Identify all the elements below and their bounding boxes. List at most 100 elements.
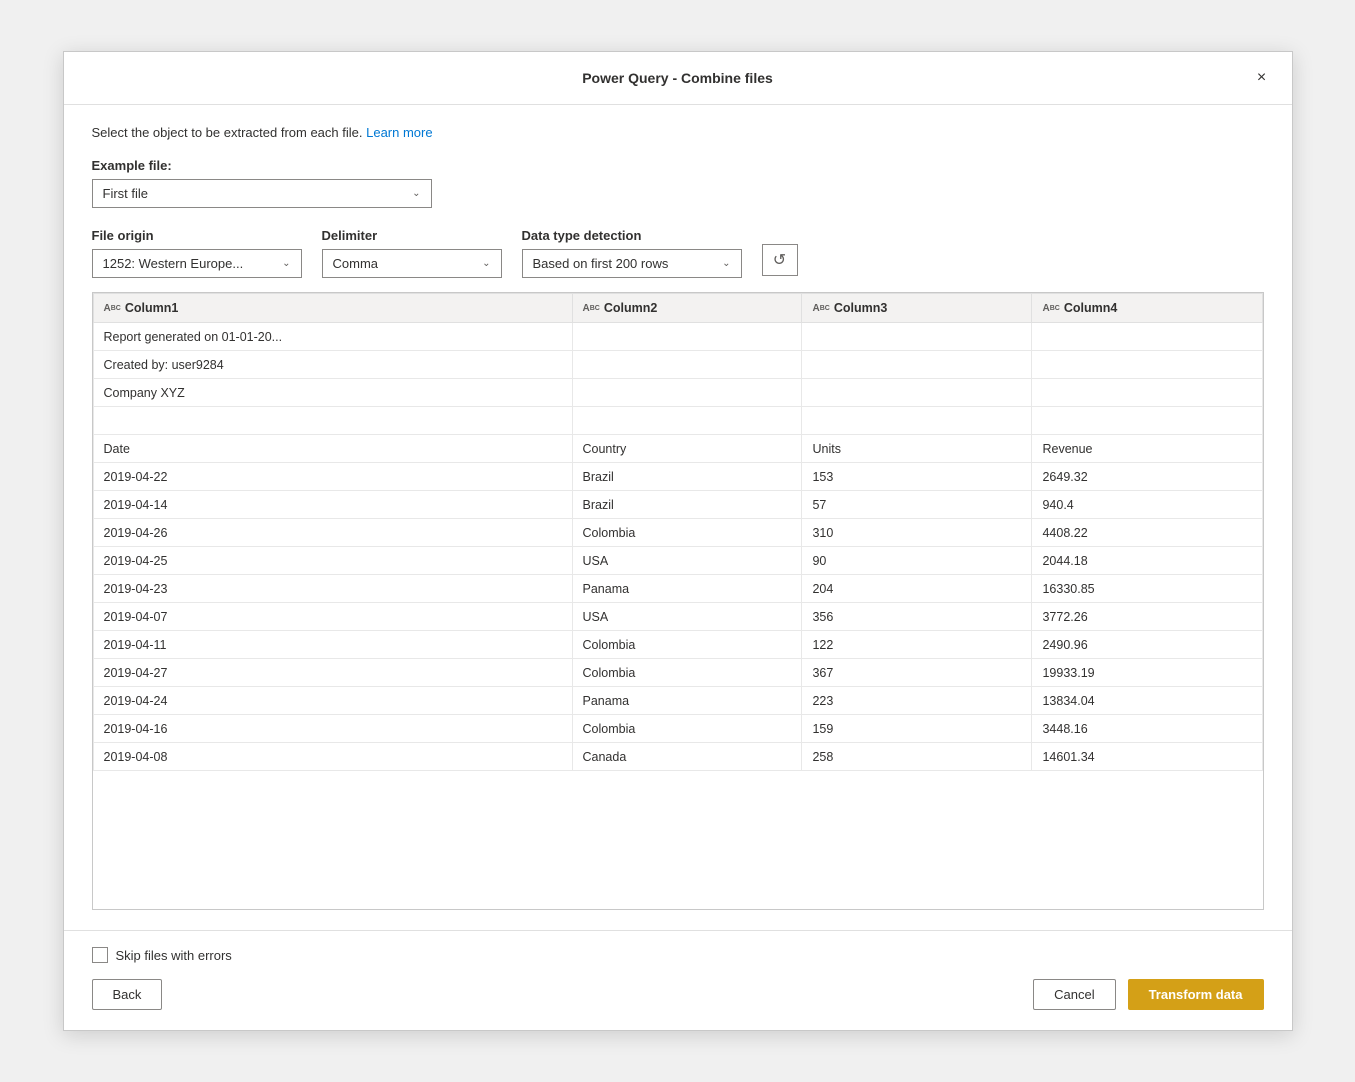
table-cell: Colombia [572, 715, 802, 743]
skip-errors-checkbox[interactable] [92, 947, 108, 963]
skip-errors-label: Skip files with errors [116, 948, 232, 963]
table-cell: 2019-04-16 [93, 715, 572, 743]
table-cell [802, 351, 1032, 379]
table-cell: 2490.96 [1032, 631, 1262, 659]
back-button[interactable]: Back [92, 979, 163, 1010]
table-scroll-area[interactable]: ABCColumn1ABCColumn2ABCColumn3ABCColumn4… [93, 293, 1263, 909]
table-cell: 2019-04-14 [93, 491, 572, 519]
table-cell [802, 323, 1032, 351]
abc-type-icon: ABC [104, 303, 121, 314]
description-row: Select the object to be extracted from e… [92, 125, 1264, 140]
dialog-body: Select the object to be extracted from e… [64, 105, 1292, 930]
column-name: Column4 [1064, 301, 1117, 315]
refresh-button[interactable]: ↺ [762, 244, 798, 276]
combine-files-dialog: Power Query - Combine files × Select the… [63, 51, 1293, 1031]
column-header: ABCColumn1 [93, 294, 572, 323]
table-cell: USA [572, 603, 802, 631]
table-row: Report generated on 01-01-20... [93, 323, 1262, 351]
learn-more-link[interactable]: Learn more [366, 125, 432, 140]
table-row: 2019-04-11Colombia1222490.96 [93, 631, 1262, 659]
table-cell: 2019-04-27 [93, 659, 572, 687]
table-row: Company XYZ [93, 379, 1262, 407]
right-buttons: Cancel Transform data [1033, 979, 1263, 1010]
table-cell: 13834.04 [1032, 687, 1262, 715]
table-cell: 159 [802, 715, 1032, 743]
example-file-value: First file [103, 186, 149, 201]
table-row: 2019-04-16Colombia1593448.16 [93, 715, 1262, 743]
table-row: 2019-04-07USA3563772.26 [93, 603, 1262, 631]
column-header: ABC Column3 [802, 294, 1032, 323]
table-cell: 2019-04-07 [93, 603, 572, 631]
table-header: ABCColumn1ABCColumn2ABCColumn3ABCColumn4 [93, 294, 1262, 323]
table-cell [1032, 407, 1262, 435]
table-cell: USA [572, 547, 802, 575]
refresh-icon: ↺ [773, 250, 786, 270]
transform-data-button[interactable]: Transform data [1128, 979, 1264, 1010]
table-cell: 2044.18 [1032, 547, 1262, 575]
column-header: ABCColumn2 [572, 294, 802, 323]
description-text: Select the object to be extracted from e… [92, 125, 363, 140]
table-cell: 153 [802, 463, 1032, 491]
abc-type-icon: ABC [583, 303, 600, 314]
data-type-detection-dropdown[interactable]: Based on first 200 rows ⌄ [522, 249, 742, 278]
delimiter-dropdown[interactable]: Comma ⌄ [322, 249, 502, 278]
abc-type-icon: ABC [812, 303, 829, 314]
table-cell: 310 [802, 519, 1032, 547]
table-cell: Brazil [572, 491, 802, 519]
preview-table: ABCColumn1ABCColumn2ABCColumn3ABCColumn4… [93, 293, 1263, 771]
table-cell: 14601.34 [1032, 743, 1262, 771]
table-cell: 367 [802, 659, 1032, 687]
table-cell: 2019-04-11 [93, 631, 572, 659]
table-cell: 122 [802, 631, 1032, 659]
skip-errors-row: Skip files with errors [92, 947, 1264, 963]
table-cell: 2019-04-26 [93, 519, 572, 547]
table-cell [802, 407, 1032, 435]
table-cell: Created by: user9284 [93, 351, 572, 379]
table-cell: 258 [802, 743, 1032, 771]
title-bar: Power Query - Combine files × [64, 52, 1292, 105]
table-row [93, 407, 1262, 435]
example-file-dropdown[interactable]: First file ⌄ [92, 179, 432, 208]
delimiter-label: Delimiter [322, 228, 502, 243]
table-row: 2019-04-24Panama22313834.04 [93, 687, 1262, 715]
table-cell: Colombia [572, 631, 802, 659]
column-name: Column3 [834, 301, 887, 315]
table-cell: 2019-04-25 [93, 547, 572, 575]
cancel-button[interactable]: Cancel [1033, 979, 1115, 1010]
table-cell: Date [93, 435, 572, 463]
table-cell: Panama [572, 575, 802, 603]
table-cell: 3772.26 [1032, 603, 1262, 631]
button-row: Back Cancel Transform data [92, 979, 1264, 1010]
close-button[interactable]: × [1248, 64, 1276, 92]
table-cell [1032, 351, 1262, 379]
table-cell: Units [802, 435, 1032, 463]
chevron-down-icon: ⌄ [412, 188, 420, 199]
chevron-down-icon: ⌄ [722, 258, 730, 269]
table-cell: 2019-04-08 [93, 743, 572, 771]
table-cell: 16330.85 [1032, 575, 1262, 603]
table-row: 2019-04-22Brazil1532649.32 [93, 463, 1262, 491]
table-cell [802, 379, 1032, 407]
table-cell: 57 [802, 491, 1032, 519]
table-cell: 2649.32 [1032, 463, 1262, 491]
table-row: 2019-04-27Colombia36719933.19 [93, 659, 1262, 687]
example-file-label: Example file: [92, 158, 1264, 173]
data-type-detection-label: Data type detection [522, 228, 742, 243]
table-cell: Revenue [1032, 435, 1262, 463]
table-cell [572, 351, 802, 379]
table-cell: Panama [572, 687, 802, 715]
table-cell: 2019-04-22 [93, 463, 572, 491]
footer-area: Skip files with errors Back Cancel Trans… [64, 930, 1292, 1030]
table-row: 2019-04-23Panama20416330.85 [93, 575, 1262, 603]
delimiter-value: Comma [333, 256, 379, 271]
table-row: 2019-04-25USA902044.18 [93, 547, 1262, 575]
table-cell: Report generated on 01-01-20... [93, 323, 572, 351]
table-cell: 940.4 [1032, 491, 1262, 519]
table-cell: 3448.16 [1032, 715, 1262, 743]
chevron-down-icon: ⌄ [282, 258, 290, 269]
table-row: 2019-04-26Colombia3104408.22 [93, 519, 1262, 547]
table-cell: 2019-04-23 [93, 575, 572, 603]
file-origin-value: 1252: Western Europe... [103, 256, 244, 271]
file-origin-dropdown[interactable]: 1252: Western Europe... ⌄ [92, 249, 302, 278]
column-header: ABCColumn4 [1032, 294, 1262, 323]
